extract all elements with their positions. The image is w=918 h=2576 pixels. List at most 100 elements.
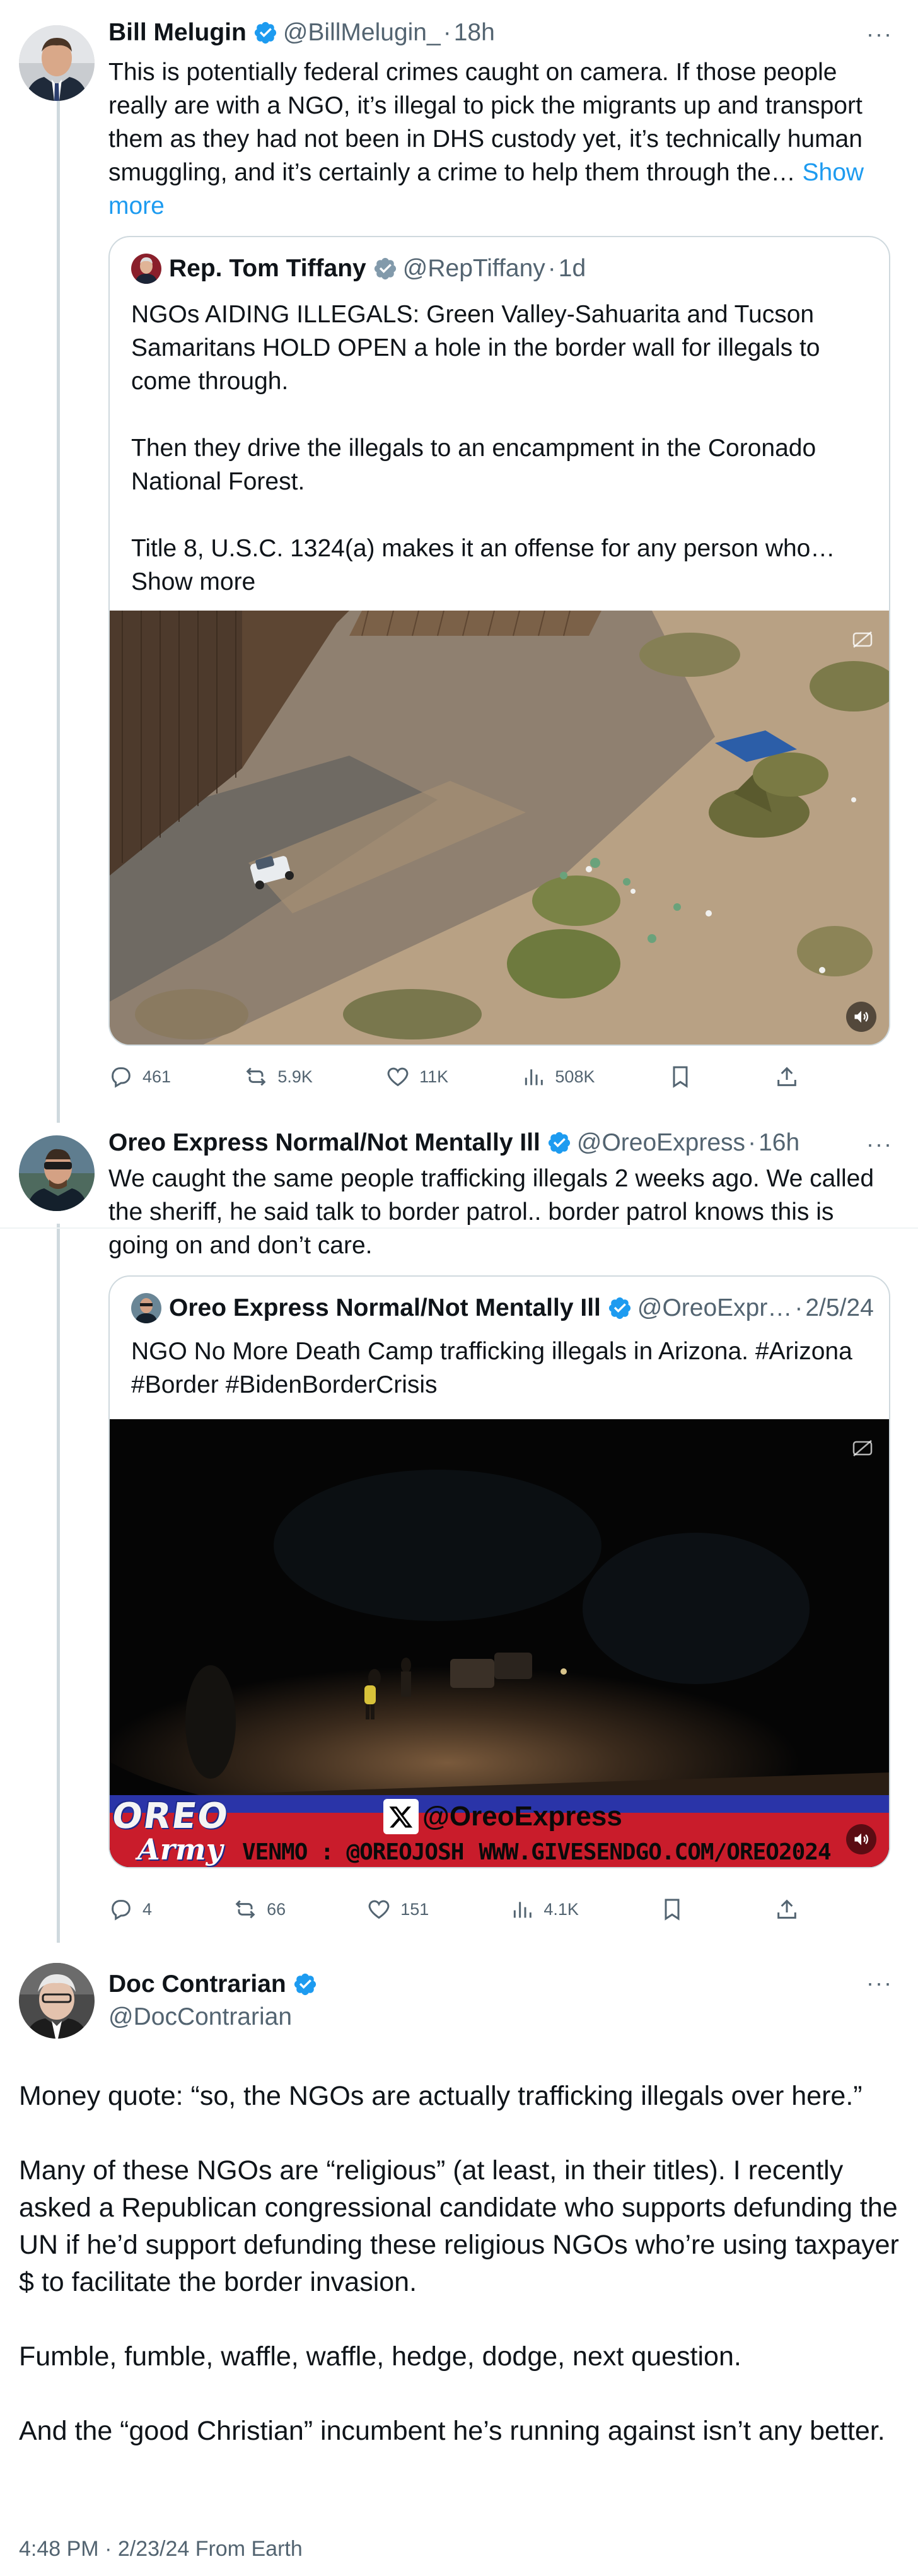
post-time[interactable]: 18h — [454, 18, 495, 48]
avatar[interactable] — [19, 25, 95, 101]
author-row: Doc Contrarian — [108, 1969, 323, 1999]
banner-logo-text: OREO — [110, 1796, 232, 1837]
quoted-post-text: NGO No More Death Camp trafficking illeg… — [131, 1338, 852, 1398]
quoted-author-row: Rep. Tom Tiffany @RepTiffany · 1d — [131, 254, 586, 284]
volume-icon[interactable] — [846, 1002, 876, 1032]
quoted-author-name: Oreo Express Normal/Not Mentally Ill — [169, 1294, 601, 1321]
verified-badge-icon — [608, 1297, 630, 1320]
view-count: 508K — [555, 1067, 595, 1086]
avatar[interactable] — [19, 1135, 95, 1211]
author-row: Oreo Express Normal/Not Mentally Ill @Or… — [108, 1128, 799, 1158]
post-text: This is potentially federal crimes caugh… — [108, 56, 884, 223]
verified-badge-icon — [294, 1973, 316, 1996]
author-name[interactable]: Bill Melugin — [108, 18, 247, 48]
banner-logo: OREO Army — [110, 1796, 245, 1867]
verified-badge-icon — [548, 1132, 570, 1154]
repost-count: 66 — [267, 1899, 286, 1919]
author-handle[interactable]: @OreoExpress — [577, 1128, 745, 1158]
video-player[interactable]: OREO Army @OreoExpress VENMO : @OREOJOSH… — [110, 1419, 889, 1867]
like-button[interactable]: 11K — [385, 1064, 448, 1089]
like-button[interactable]: 151 — [366, 1897, 429, 1922]
banner-x-row: @OreoExpress — [383, 1799, 622, 1834]
quoted-post-time: 2/5/24 — [805, 1294, 874, 1321]
repost-button[interactable]: 5.9K — [243, 1064, 313, 1089]
like-count: 11K — [419, 1067, 449, 1086]
main-paragraph: Fumble, fumble, waffle, waffle, hedge, d… — [19, 2341, 741, 2372]
reply-icon — [112, 1067, 131, 1088]
quoted-paragraph: Title 8, U.S.C. 1324(a) makes it an offe… — [131, 535, 835, 595]
video-player[interactable] — [110, 611, 889, 1045]
divider — [0, 1227, 918, 1229]
author-handle[interactable]: @BillMelugin_ — [283, 18, 441, 48]
separator-dot: · — [547, 255, 556, 282]
views-button[interactable]: 4.1K — [509, 1897, 579, 1922]
separator-dot: · — [748, 1129, 757, 1156]
reply-button[interactable]: 4 — [108, 1897, 152, 1922]
main-post-text: Money quote: “so, the NGOs are actually … — [19, 2078, 902, 2450]
share-button[interactable] — [774, 1897, 808, 1922]
repost-button[interactable]: 66 — [233, 1897, 286, 1922]
quoted-author-handle: @RepTiffany — [402, 255, 545, 282]
quoted-paragraph: Then they drive the illegals to an encam… — [131, 435, 816, 495]
banner-x-handle: @OreoExpress — [422, 1801, 622, 1832]
separator-dot: · — [443, 19, 451, 46]
separator-dot: · — [794, 1294, 803, 1321]
banner-bottom-line: VENMO : @OREOJOSH WWW.GIVESENDGO.COM/ORE… — [242, 1839, 832, 1865]
share-icon — [777, 1899, 796, 1919]
bookmark-icon — [665, 1899, 680, 1921]
quoted-post-time: 1d — [558, 255, 586, 282]
author-name[interactable]: Oreo Express Normal/Not Mentally Ill — [108, 1128, 540, 1158]
post-timestamp[interactable]: 4:48 PM · 2/23/24 From Earth — [19, 2537, 303, 2561]
post-time[interactable]: 16h — [758, 1128, 799, 1158]
heart-icon — [387, 1067, 409, 1087]
no-alt-text-icon — [850, 627, 875, 655]
quoted-post[interactable]: Rep. Tom Tiffany @RepTiffany · 1d NGOs A… — [108, 236, 890, 1046]
share-button[interactable] — [774, 1064, 808, 1089]
post-actions-bar: 4 66 151 4.1K — [108, 1894, 808, 1925]
post-text-content: This is potentially federal crimes caugh… — [108, 59, 863, 186]
view-count: 4.1K — [543, 1899, 579, 1919]
main-paragraph: Money quote: “so, the NGOs are actually … — [19, 2081, 863, 2111]
banner-venmo: VENMO : @OREOJOSH — [242, 1839, 464, 1865]
reply-count: 461 — [142, 1067, 171, 1086]
quoted-post-text: NGOs AIDING ILLEGALS: Green Valley-Sahua… — [131, 298, 856, 599]
more-options-button[interactable]: ··· — [866, 1970, 893, 1996]
avatar — [131, 254, 161, 284]
repost-icon — [235, 1900, 255, 1919]
main-paragraph: And the “good Christian” incumbent he’s … — [19, 2416, 885, 2446]
post-bill-melugin[interactable]: Bill Melugin @BillMelugin_ · 18h ··· Thi… — [0, 0, 918, 1116]
avatar — [131, 1293, 161, 1323]
share-icon — [777, 1067, 796, 1086]
handle-row: @DocContrarian — [108, 2002, 292, 2032]
x-logo-icon — [383, 1799, 419, 1834]
views-chart-icon — [514, 1902, 532, 1918]
quoted-author-row: Oreo Express Normal/Not Mentally Ill @Or… — [131, 1293, 874, 1323]
post-actions-bar: 461 5.9K 11K 508K — [108, 1061, 808, 1092]
bookmark-icon — [673, 1066, 688, 1088]
verified-badge-icon — [374, 257, 396, 280]
quoted-author-handle: @OreoExpr… — [637, 1294, 793, 1321]
quoted-author-name: Rep. Tom Tiffany — [169, 255, 366, 282]
quoted-paragraph: NGOs AIDING ILLEGALS: Green Valley-Sahua… — [131, 301, 820, 395]
more-options-button[interactable]: ··· — [866, 1132, 893, 1157]
aerial-border-video-frame — [110, 611, 889, 1045]
author-row: Bill Melugin @BillMelugin_ · 18h — [108, 18, 495, 48]
bookmark-button[interactable] — [668, 1064, 702, 1089]
views-button[interactable]: 508K — [521, 1064, 595, 1089]
heart-icon — [368, 1900, 390, 1919]
author-handle[interactable]: @DocContrarian — [108, 2002, 292, 2032]
like-count: 151 — [400, 1899, 429, 1919]
bookmark-button[interactable] — [659, 1897, 694, 1922]
post-oreo-express[interactable]: Oreo Express Normal/Not Mentally Ill @Or… — [0, 1123, 918, 1936]
author-name[interactable]: Doc Contrarian — [108, 1969, 286, 1999]
more-options-button[interactable]: ··· — [866, 21, 893, 47]
main-paragraph: Many of these NGOs are “religious” (at l… — [19, 2155, 899, 2297]
volume-icon[interactable] — [846, 1824, 876, 1854]
avatar[interactable] — [19, 1963, 95, 2039]
no-alt-text-icon — [850, 1436, 875, 1464]
quoted-post[interactable]: Oreo Express Normal/Not Mentally Ill @Or… — [108, 1275, 890, 1868]
verified-badge-icon — [254, 21, 276, 44]
reply-button[interactable]: 461 — [108, 1064, 171, 1089]
repost-count: 5.9K — [277, 1067, 313, 1086]
stream-banner: OREO Army @OreoExpress VENMO : @OREOJOSH… — [110, 1795, 889, 1867]
